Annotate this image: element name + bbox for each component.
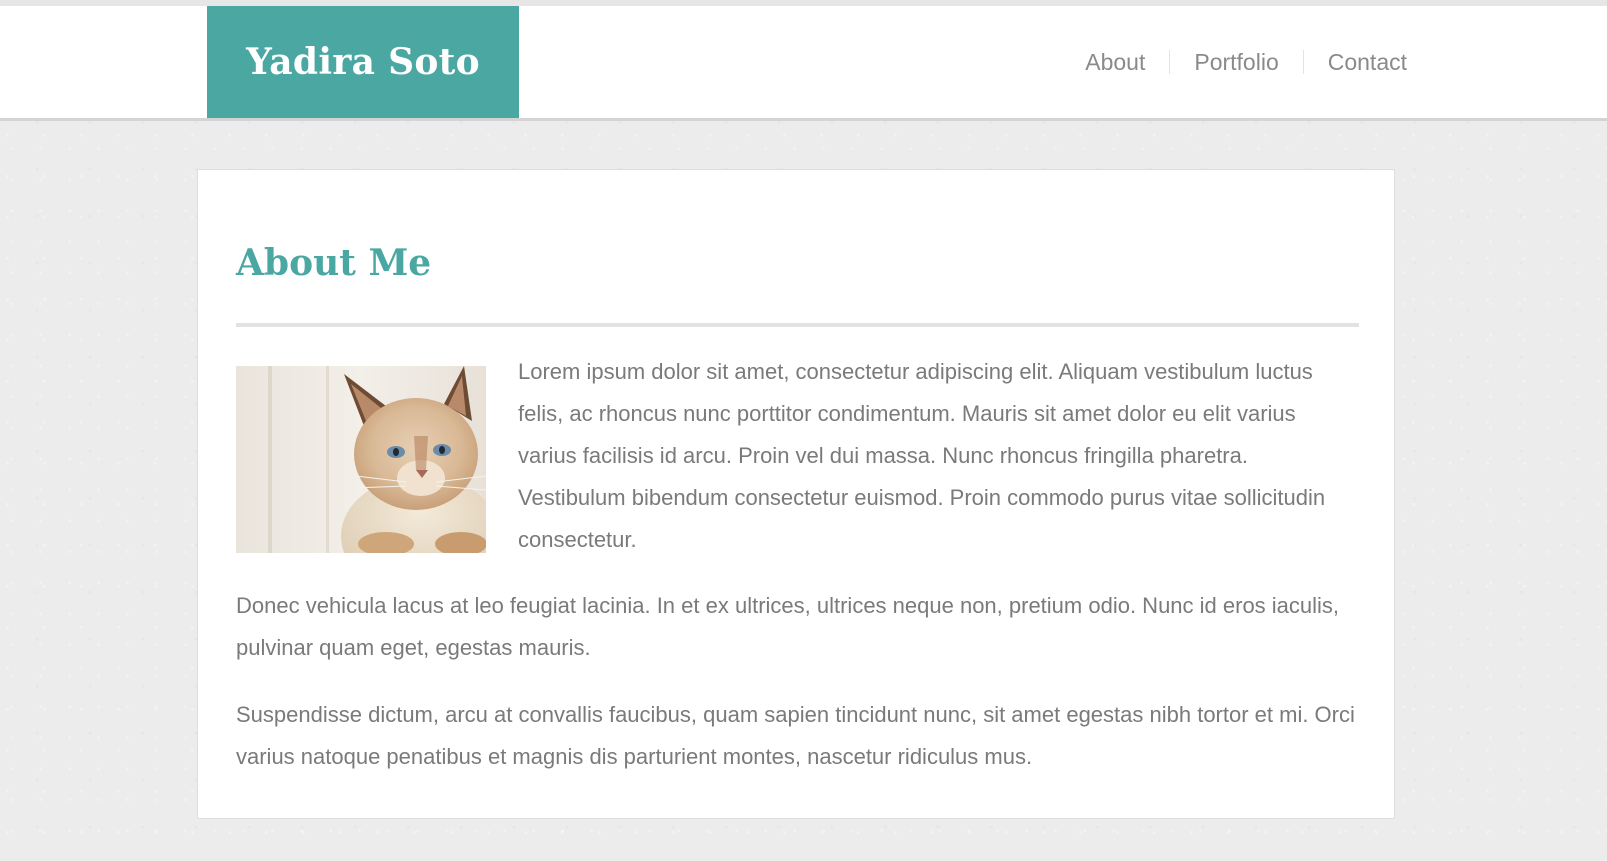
nav-link-about[interactable]: About <box>1061 50 1169 74</box>
main-nav: About Portfolio Contact <box>1061 6 1407 118</box>
nav-link-contact[interactable]: Contact <box>1302 50 1407 74</box>
about-paragraph-2: Donec vehicula lacus at leo feugiat laci… <box>236 593 1340 660</box>
site-logo[interactable]: Yadira Soto <box>207 6 519 118</box>
title-divider <box>236 323 1359 327</box>
cat-photo <box>236 366 486 553</box>
about-paragraph-1: Lorem ipsum dolor sit amet, consectetur … <box>518 359 1326 552</box>
about-card: About Me Lorem ipsum dolor sit amet, con… <box>197 169 1395 819</box>
nav-link-portfolio[interactable]: Portfolio <box>1169 50 1302 74</box>
site-header: Yadira Soto About Portfolio Contact <box>0 6 1607 121</box>
about-paragraph-3: Suspendisse dictum, arcu at convallis fa… <box>236 702 1355 769</box>
page-title: About Me <box>236 242 432 284</box>
site-name: Yadira Soto <box>246 41 480 83</box>
